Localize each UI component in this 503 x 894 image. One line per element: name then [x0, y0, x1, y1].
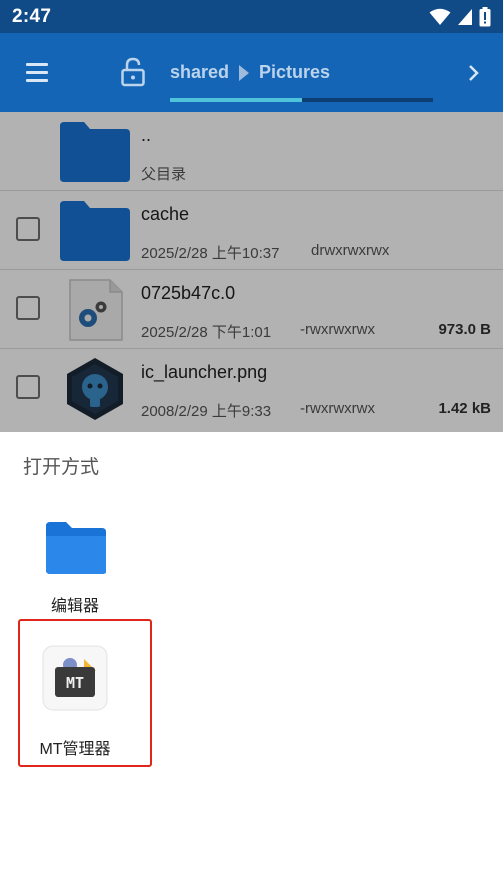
tab-indicator: [170, 98, 302, 102]
signal-icon: [458, 8, 472, 25]
selection-highlight: [18, 619, 152, 767]
battery-icon: [479, 6, 491, 26]
folder-icon: [46, 522, 106, 574]
breadcrumb: shared Pictures: [170, 62, 330, 83]
wifi-icon: [429, 8, 451, 25]
tab-track: [170, 98, 433, 102]
status-bar: 2:47: [0, 0, 503, 33]
scrim-overlay[interactable]: [0, 112, 503, 432]
app-option-editor[interactable]: 编辑器: [20, 512, 130, 622]
screen: { "status_bar": { "time": "2:47", "icons…: [0, 0, 503, 894]
menu-button[interactable]: [24, 61, 52, 85]
breadcrumb-separator-icon: [239, 64, 250, 81]
chevron-right-icon[interactable]: [464, 61, 484, 85]
breadcrumb-shared[interactable]: shared: [170, 62, 229, 83]
app-bar: shared Pictures: [0, 33, 503, 112]
app-label: 编辑器: [50, 598, 99, 615]
unlock-icon[interactable]: [120, 57, 146, 87]
open-with-sheet: 打开方式 编辑器 MT MT管理器: [0, 432, 503, 894]
sheet-title: 打开方式: [23, 457, 100, 478]
status-time: 2:47: [12, 5, 52, 27]
breadcrumb-pictures[interactable]: Pictures: [259, 62, 330, 83]
status-icons: [429, 6, 491, 27]
